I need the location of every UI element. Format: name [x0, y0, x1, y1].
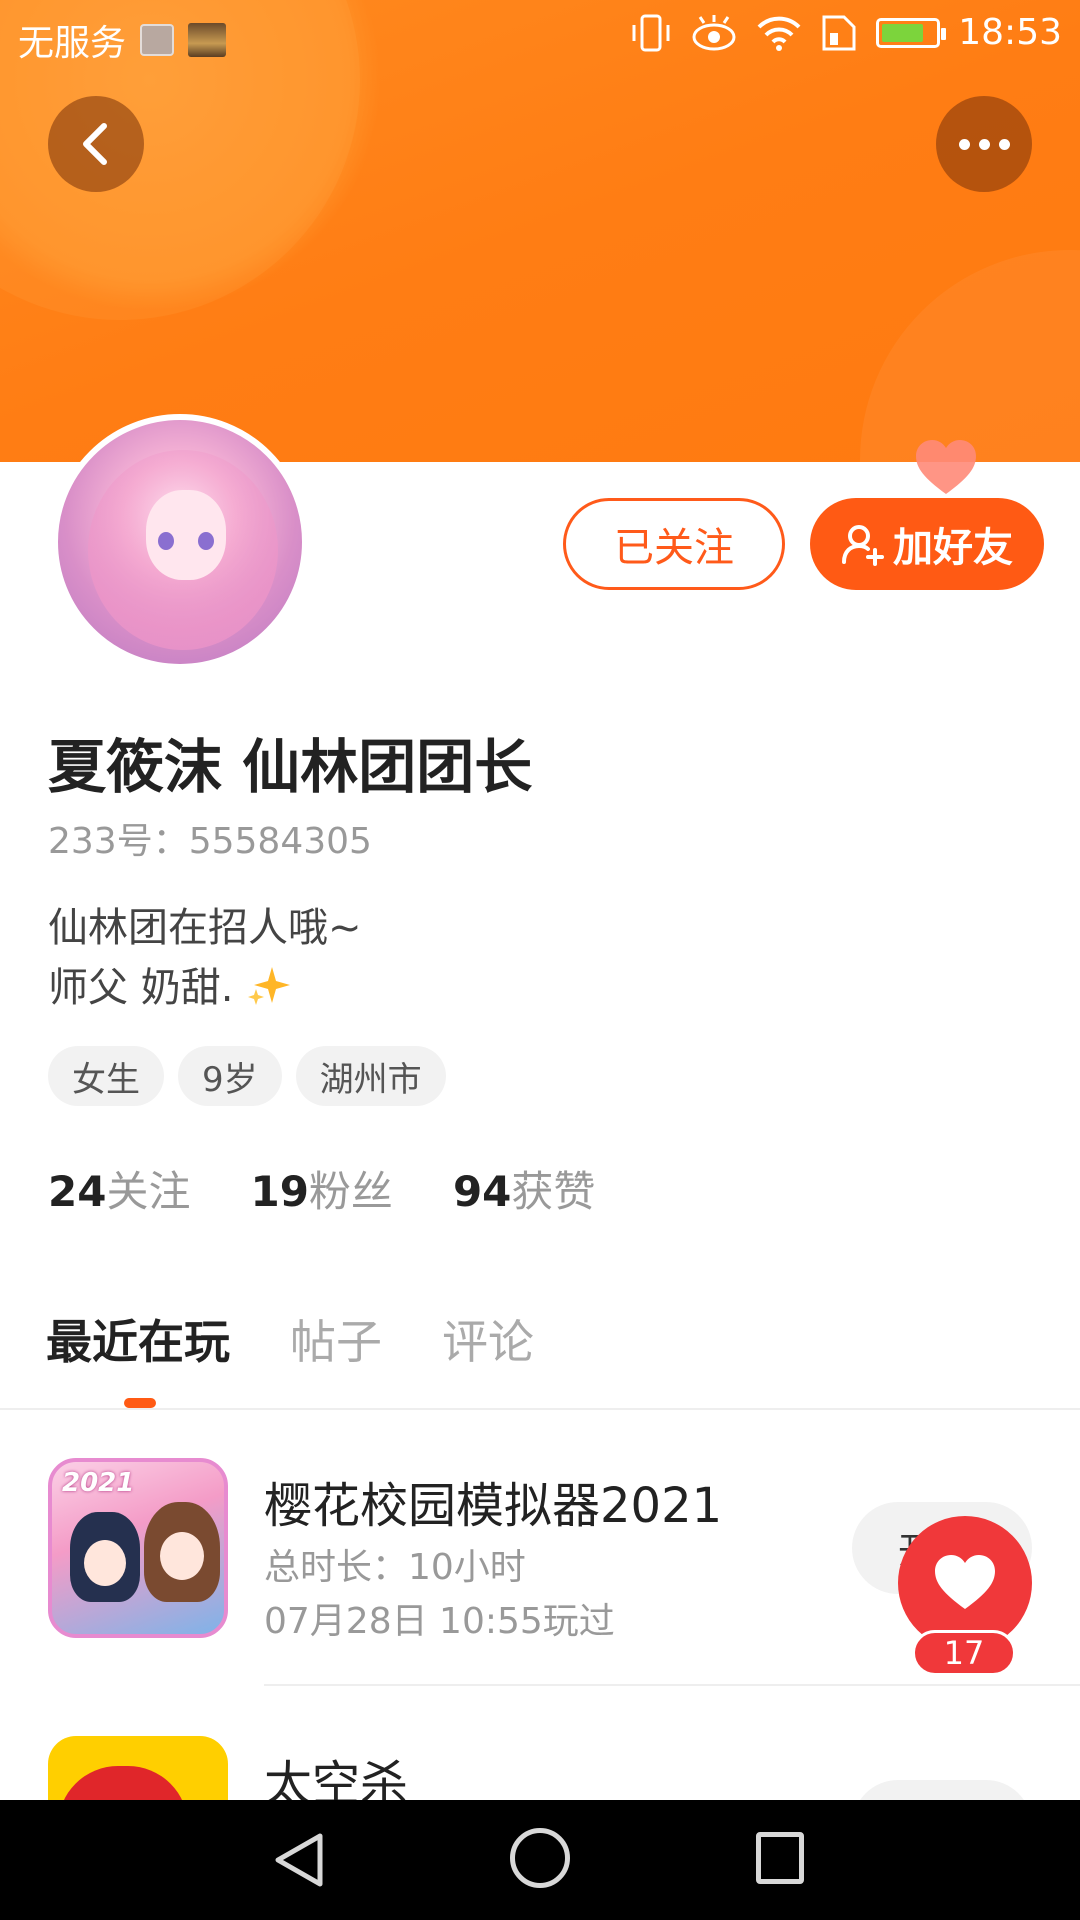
stat-likes[interactable]: 94获赞 — [453, 1158, 595, 1219]
game-icon[interactable]: 2021 — [48, 1458, 228, 1638]
game-last-played: 07月28日 10:55玩过 — [264, 1601, 615, 1642]
age-tag: 9岁 — [178, 1046, 282, 1106]
battery-icon — [876, 17, 947, 48]
username: 夏筱沫 仙林团团长 — [48, 733, 533, 801]
tab-comments[interactable]: 评论 — [442, 1306, 534, 1372]
carrier-text: 无服务 — [18, 23, 127, 64]
status-bar: 无服务 18:53 — [0, 0, 1080, 72]
more-dots-icon — [958, 138, 1010, 150]
avatar[interactable] — [52, 414, 308, 670]
like-count-badge: 17 — [912, 1630, 1016, 1676]
heart-icon — [916, 440, 976, 494]
eye-comfort-icon — [692, 14, 736, 50]
profile-tabs: 最近在玩 帖子 评论 — [46, 1306, 534, 1372]
followed-button[interactable]: 已关注 — [563, 498, 785, 590]
stat-fans[interactable]: 19粉丝 — [250, 1158, 392, 1219]
followed-label: 已关注 — [614, 525, 734, 571]
game-title[interactable]: 樱花校园模拟器2021 — [264, 1466, 722, 1536]
system-nav-bar — [0, 1800, 1080, 1920]
clock: 18:53 — [958, 12, 1062, 53]
sparkle-icon — [248, 967, 291, 1005]
back-button[interactable] — [48, 96, 144, 192]
tab-recently-played[interactable]: 最近在玩 — [46, 1306, 230, 1372]
wifi-icon — [757, 16, 801, 51]
nav-back-icon[interactable] — [270, 1830, 326, 1890]
heart-icon — [935, 1555, 995, 1609]
user-id: 233号：55584305 — [48, 821, 372, 862]
profile-stats: 24关注 19粉丝 94获赞 — [48, 1158, 595, 1219]
location-tag: 湖州市 — [295, 1046, 446, 1106]
divider — [0, 1408, 1080, 1410]
game-duration: 总时长：10小时 — [264, 1547, 526, 1588]
bio: 仙林团在招人哦~ 师父 奶甜. — [48, 898, 362, 1018]
stat-following[interactable]: 24关注 — [48, 1158, 190, 1219]
vibrate-icon — [632, 14, 670, 51]
gender-tag: 女生 — [48, 1046, 164, 1106]
bio-line: 师父 奶甜. — [48, 958, 362, 1018]
bio-line: 仙林团在招人哦~ — [48, 905, 362, 951]
gallery-notification-icon — [140, 24, 175, 56]
tab-posts[interactable]: 帖子 — [290, 1306, 382, 1372]
nav-recents-icon[interactable] — [756, 1832, 804, 1884]
nav-home-icon[interactable] — [510, 1828, 570, 1888]
divider — [264, 1684, 1080, 1686]
image-notification-icon — [188, 23, 227, 57]
add-friend-button[interactable]: 加好友 — [810, 498, 1044, 590]
game-icon-badge: 2021 — [62, 1468, 135, 1498]
add-friend-label: 加好友 — [893, 525, 1013, 571]
more-options-button[interactable] — [936, 96, 1032, 192]
profile-tags: 女生 9岁 湖州市 — [48, 1046, 446, 1106]
person-add-icon — [842, 525, 884, 566]
sim-card-icon — [822, 15, 856, 50]
chevron-left-icon — [83, 123, 107, 165]
tab-indicator — [124, 1398, 156, 1408]
